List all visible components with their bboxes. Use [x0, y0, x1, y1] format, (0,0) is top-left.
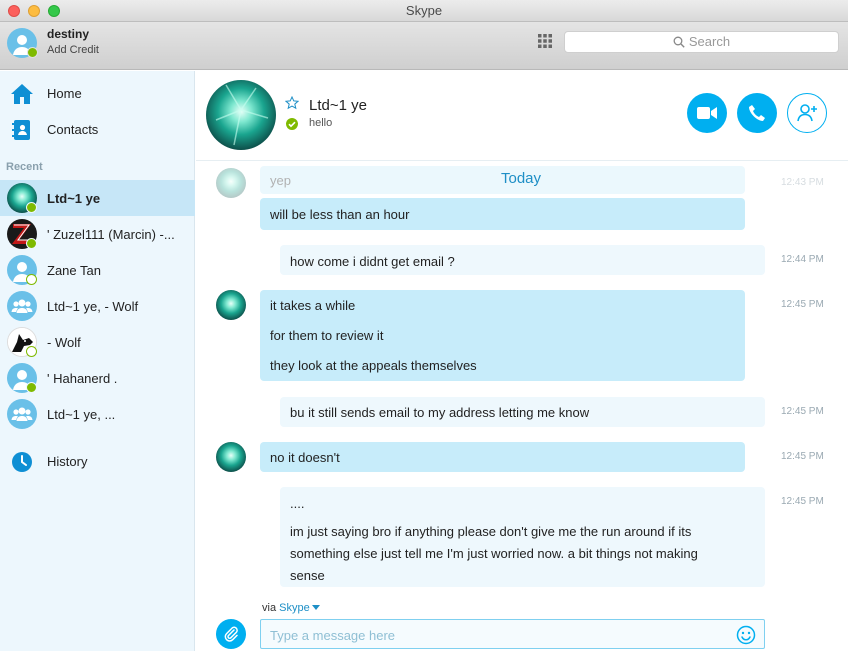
message-text: im just saying bro if anything please do… [290, 524, 692, 539]
paperclip-icon [224, 626, 238, 642]
via-service-selector[interactable]: via Skype [262, 602, 320, 614]
message-text: bu it still sends email to my address le… [290, 405, 590, 420]
clock-icon [12, 452, 32, 472]
message-timestamp: 12:45 PM [781, 299, 824, 310]
contact-item[interactable]: Zane Tan [0, 252, 195, 288]
contact-avatar [7, 291, 37, 321]
message-bubble[interactable]: it takes a while for them to review it t… [260, 290, 745, 381]
add-person-icon [797, 104, 817, 122]
sidebar-item-history[interactable]: History [0, 446, 195, 478]
message-text: how come i didnt get email ? [290, 254, 455, 269]
conversation-title: Ltd~1 ye [309, 97, 367, 114]
message-text: it takes a while [270, 298, 356, 313]
toolbar: destiny Add Credit Search [0, 22, 848, 70]
message-text: sense [290, 568, 325, 583]
message-bubble[interactable]: bu it still sends email to my address le… [280, 397, 765, 427]
via-service: Skype [279, 602, 310, 614]
caret-down-icon [311, 605, 320, 610]
sidebar-item-contacts[interactable]: Contacts [0, 114, 195, 146]
history-label: History [47, 454, 88, 469]
message-text: something else just tell me I'm just wor… [290, 546, 698, 561]
avatar-image [206, 80, 276, 150]
contact-item[interactable]: Ltd~1 ye, ... [0, 396, 195, 432]
message-bubble[interactable]: will be less than an hour [260, 198, 745, 230]
search-icon [673, 36, 685, 48]
sidebar-item-home[interactable]: Home [0, 78, 195, 110]
contact-item[interactable]: Ltd~1 ye, - Wolf [0, 288, 195, 324]
conversation-avatar[interactable] [206, 80, 276, 150]
contact-item[interactable]: ' Zuzel111 (Marcin) -... [0, 216, 195, 252]
contact-name: Zane Tan [47, 263, 101, 278]
contact-name: Ltd~1 ye [47, 191, 101, 206]
message-bubble[interactable]: how come i didnt get email ? [280, 245, 765, 275]
offline-status-icon [26, 346, 37, 357]
message-timestamp: 12:44 PM [781, 254, 824, 265]
title-bar: Skype [0, 0, 848, 22]
conversation-header: Ltd~1 ye hello [196, 71, 848, 161]
message-timestamp: 12:45 PM [781, 496, 824, 507]
search-placeholder: Search [688, 34, 731, 49]
search-field[interactable]: Search [564, 31, 839, 53]
contact-name: Ltd~1 ye, - Wolf [47, 299, 139, 314]
group-icon [11, 299, 33, 313]
avatar-image [216, 290, 246, 320]
message-bubble[interactable]: no it doesn't [260, 442, 745, 472]
add-people-button[interactable] [787, 93, 827, 133]
online-status-icon [26, 202, 37, 213]
message-text: no it doesn't [270, 450, 340, 465]
phone-icon [749, 105, 765, 121]
message-text: they look at the appeals themselves [270, 358, 477, 373]
my-display-name[interactable]: destiny [47, 27, 89, 41]
online-status-icon [286, 118, 298, 130]
message-avatar [216, 442, 246, 472]
message-timestamp: 12:45 PM [781, 451, 824, 462]
offline-status-icon [26, 274, 37, 285]
message-text: for them to review it [270, 328, 384, 343]
audio-call-button[interactable] [737, 93, 777, 133]
home-icon [11, 84, 33, 104]
window-title: Skype [405, 3, 443, 18]
message-text: .... [290, 496, 305, 511]
contact-item[interactable]: Ltd~1 ye [0, 180, 195, 216]
online-status-icon [26, 238, 37, 249]
date-divider: Today [500, 170, 542, 187]
minimize-window-button[interactable] [28, 5, 40, 17]
contacts-book-icon [12, 120, 30, 140]
sidebar: Home Contacts Recent Ltd~1 ye ' Zuzel111… [0, 71, 195, 651]
recent-section-heading: Recent [6, 161, 43, 173]
favorite-star-icon[interactable] [285, 96, 299, 110]
contact-avatar [7, 399, 37, 429]
contact-item[interactable]: - Wolf [0, 324, 195, 360]
contact-name: Ltd~1 ye, ... [47, 407, 116, 422]
online-status-icon [26, 382, 37, 393]
video-call-button[interactable] [687, 93, 727, 133]
dialpad-icon[interactable] [537, 33, 553, 49]
video-camera-icon [697, 107, 717, 119]
contact-name: ' Hahanerd . [47, 371, 118, 386]
message-input[interactable] [270, 626, 730, 644]
message-avatar [216, 290, 246, 320]
conversation-pane: Ltd~1 ye hello yep 12:43 PM Today will b… [196, 71, 848, 651]
contacts-label: Contacts [47, 122, 99, 137]
message-timestamp: 12:45 PM [781, 406, 824, 417]
via-prefix: via [262, 602, 277, 614]
close-window-button[interactable] [8, 5, 20, 17]
my-status-online-icon [27, 47, 38, 58]
contact-item[interactable]: ' Hahanerd . [0, 360, 195, 396]
emoticon-icon[interactable] [736, 625, 756, 645]
home-label: Home [47, 86, 82, 101]
contact-name: - Wolf [47, 335, 81, 350]
message-bubble[interactable]: .... im just saying bro if anything plea… [280, 487, 765, 587]
contact-name: ' Zuzel111 (Marcin) -... [47, 227, 175, 242]
avatar-image [216, 442, 246, 472]
message-text: will be less than an hour [270, 207, 410, 222]
mood-message: hello [309, 117, 333, 129]
attach-file-button[interactable] [216, 619, 246, 649]
message-composer [260, 619, 765, 649]
add-credit-link[interactable]: Add Credit [47, 44, 99, 56]
maximize-window-button[interactable] [48, 5, 60, 17]
group-icon [11, 407, 33, 421]
